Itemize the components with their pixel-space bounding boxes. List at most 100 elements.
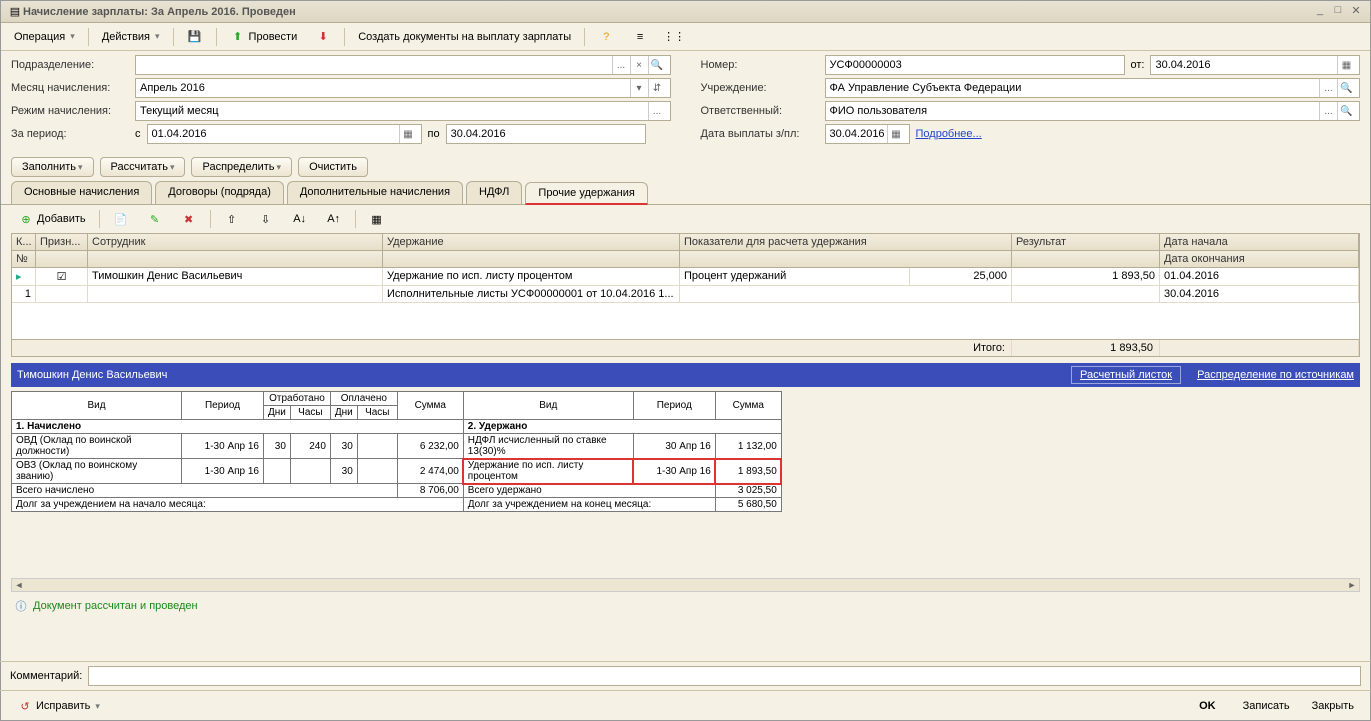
write-button[interactable]: Записать [1236,697,1297,715]
col-dend[interactable]: Дата окончания [1160,251,1359,267]
action-buttons: Заполнить Рассчитать Распределить Очисти… [1,151,1370,181]
section2: 2. Удержано [463,420,781,434]
main-toolbar: Операция Действия 💾 ⬆Провести ⬇ Создать … [1,23,1370,51]
edit-button[interactable]: ✎ [140,208,170,230]
spinner-icon[interactable]: ⇵ [648,79,666,97]
calc-button[interactable]: Рассчитать [100,157,186,177]
grid-toolbar: ⊕Добавить 📄 ✎ ✖ ⇧ ⇩ A↓ A↑ ▦ [1,205,1370,233]
maximize-button[interactable]: □ [1330,4,1346,20]
ph-dni2: Дни [330,406,357,420]
ok-button[interactable]: OK [1187,697,1228,715]
col-emp[interactable]: Сотрудник [88,234,383,250]
paydate-input[interactable]: 30.04.2016▦ [825,124,910,144]
divider [210,210,211,228]
col-ded[interactable]: Удержание [383,234,680,250]
select-icon[interactable]: ... [612,56,630,74]
table-settings-button[interactable]: ▦ [362,208,392,230]
from-label: с [135,128,141,140]
row-dend: 30.04.2016 [1160,286,1359,302]
col-prizn[interactable]: Призн... [36,234,88,250]
close-footer-button[interactable]: Закрыть [1305,697,1361,715]
select-icon[interactable]: ... [1319,79,1337,97]
resp-input[interactable]: ФИО пользователя...🔍 [825,101,1361,121]
calendar-icon[interactable]: ▦ [887,125,905,143]
sort-asc-button[interactable]: A↓ [285,208,315,230]
fix-icon: ↺ [17,698,33,714]
delete-button[interactable]: ✖ [174,208,204,230]
tab-main[interactable]: Основные начисления [11,181,152,204]
comment-input[interactable] [88,666,1361,686]
operation-menu[interactable]: Операция [7,28,82,46]
close-button[interactable]: ✕ [1348,4,1364,20]
open-icon[interactable]: 🔍 [1337,102,1355,120]
copy-button[interactable]: 📄 [106,208,136,230]
calendar-icon[interactable]: ▦ [399,125,417,143]
unpost-button[interactable]: ⬇ [308,26,338,48]
table-row[interactable]: ▸ ☑ Тимошкин Денис Васильевич Удержание … [12,268,1359,286]
col-ind[interactable]: Показатели для расчета удержания [680,234,1012,250]
podrazdelenie-input[interactable]: ...×🔍 [135,55,671,75]
status-bar: ⓘ Документ рассчитан и проведен [1,594,1370,618]
help-button[interactable]: ? [591,26,621,48]
divider [344,28,345,46]
clear-icon[interactable]: × [630,56,648,74]
fix-button[interactable]: ↺Исправить [10,695,107,717]
mode-input[interactable]: Текущий месяц... [135,101,671,121]
ph-per2: Период [633,392,715,420]
open-icon[interactable]: 🔍 [1337,79,1355,97]
tool-button-2[interactable]: ⋮⋮ [659,26,689,48]
add-row-button[interactable]: ⊕Добавить [11,208,93,230]
post-button[interactable]: ⬆Провести [223,26,305,48]
col-k[interactable]: К... [12,234,36,250]
select-icon[interactable]: ... [648,102,666,120]
title-bar: ▤ Начисление зарплаты: За Апрель 2016. П… [1,1,1370,23]
table-row: ОВД (Оклад по воинской должности)1-30 Ап… [12,434,782,459]
create-pay-docs-button[interactable]: Создать документы на выплату зарплаты [351,28,578,46]
move-up-button[interactable]: ⇧ [217,208,247,230]
col-no[interactable]: № [12,251,36,267]
by-source-link[interactable]: Распределение по источникам [1197,369,1354,381]
move-down-button[interactable]: ⇩ [251,208,281,230]
org-input[interactable]: ФА Управление Субъекта Федерации...🔍 [825,78,1361,98]
fill-button[interactable]: Заполнить [11,157,94,177]
tab-add[interactable]: Дополнительные начисления [287,181,463,204]
total-label: Итого: [12,340,1012,356]
sort-desc-button[interactable]: A↑ [319,208,349,230]
scroll-left-icon[interactable]: ◄ [12,579,26,591]
date-label: от: [1131,59,1145,71]
h-scrollbar[interactable]: ◄ ► [11,578,1360,592]
tab-other[interactable]: Прочие удержания [525,182,647,205]
dropdown-icon[interactable]: ▾ [630,79,648,97]
detail-header: Тимошкин Денис Васильевич Расчетный лист… [11,363,1360,387]
paysheet-link[interactable]: Расчетный листок [1071,366,1181,384]
tool-button-1[interactable]: ≡ [625,26,655,48]
tab-contracts[interactable]: Договоры (подряда) [155,181,284,204]
clear-button[interactable]: Очистить [298,157,368,177]
divider [88,28,89,46]
more-link[interactable]: Подробнее... [916,128,982,140]
select-icon[interactable]: ... [1319,102,1337,120]
actions-menu[interactable]: Действия [95,28,167,46]
save-icon-button[interactable]: 💾 [180,26,210,48]
distr-button[interactable]: Распределить [191,157,292,177]
month-input[interactable]: Апрель 2016▾⇵ [135,78,671,98]
col-res[interactable]: Результат [1012,234,1160,250]
col-dstart[interactable]: Дата начала [1160,234,1359,250]
section1: 1. Начислено [12,420,464,434]
table-row[interactable]: 1 Исполнительные листы УСФ00000001 от 10… [12,286,1359,303]
tab-ndfl[interactable]: НДФЛ [466,181,522,204]
ph-vid2: Вид [463,392,633,420]
period-from-input[interactable]: 01.04.2016▦ [147,124,422,144]
status-text: Документ рассчитан и проведен [33,600,198,612]
date-input[interactable]: 30.04.2016▦ [1150,55,1360,75]
row-check[interactable]: ☑ [36,268,88,285]
period-to-input[interactable]: 30.04.2016 [446,124,646,144]
calendar-icon[interactable]: ▦ [1337,56,1355,74]
number-input[interactable]: УСФ00000003 [825,55,1125,75]
row-res: 1 893,50 [1012,268,1160,285]
ph-period: Период [182,392,264,420]
up-icon: ⇧ [224,211,240,227]
open-icon[interactable]: 🔍 [648,56,666,74]
scroll-right-icon[interactable]: ► [1345,579,1359,591]
minimize-button[interactable]: _ [1312,4,1328,20]
